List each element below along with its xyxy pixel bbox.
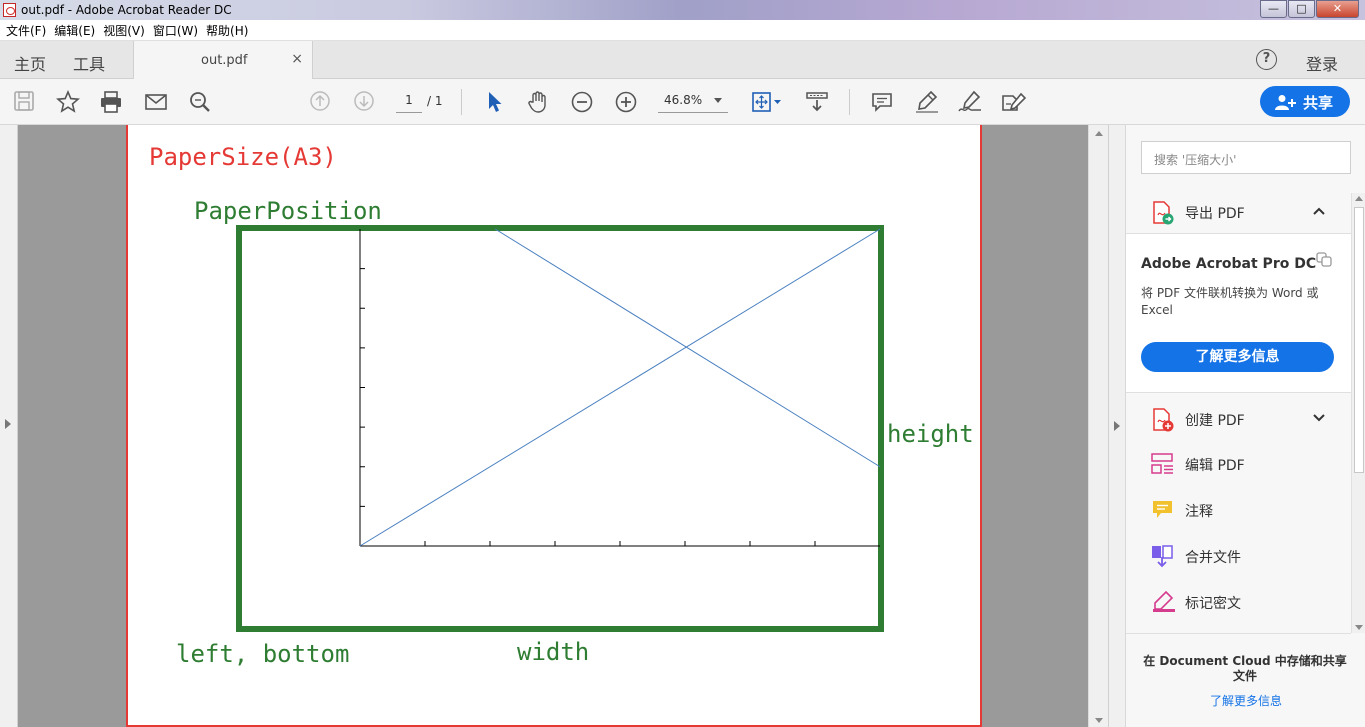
redact-item[interactable]: 标记密文 [1126,582,1351,622]
edit-pdf-label: 编辑 PDF [1185,458,1245,474]
save-icon[interactable] [13,90,35,114]
copy-icon[interactable] [1316,252,1334,268]
share-button[interactable]: 共享 [1260,86,1350,117]
combine-files-label: 合并文件 [1185,550,1241,566]
tab-tools[interactable]: 工具 [73,51,105,75]
tools-pane-scrollbar[interactable] [1351,193,1365,633]
scroll-down-icon[interactable] [1095,718,1103,723]
print-icon[interactable] [99,90,123,114]
fit-page-icon[interactable] [750,90,786,114]
pdf-figure [236,225,884,632]
right-panel-toggle[interactable] [1108,125,1125,727]
plot-line-1 [359,228,881,547]
fill-sign-icon[interactable] [1000,90,1028,114]
toolbar-divider [461,89,462,115]
maximize-button[interactable]: □ [1288,0,1315,18]
comment-item[interactable]: 注释 [1126,490,1351,530]
share-label: 共享 [1303,94,1334,112]
width-label: width [517,638,590,666]
menu-window[interactable]: 窗口(W) [153,22,198,39]
sign-icon[interactable] [957,90,983,114]
menu-bar: 文件(F) 编辑(E) 视图(V) 窗口(W) 帮助(H) [0,20,1365,41]
mail-icon[interactable] [144,90,168,114]
close-tab-icon[interactable]: × [291,51,303,67]
add-user-icon [1275,95,1296,110]
create-pdf-label: 创建 PDF [1185,413,1245,429]
scroll-up-icon[interactable] [1095,131,1103,136]
height-label: height [887,420,974,448]
zoom-out-icon[interactable] [570,90,594,114]
toolbar-divider [849,89,850,115]
comment-tool-icon [1153,501,1172,518]
tab-bar: 主页 工具 out.pdf × ? 登录 [0,41,1365,79]
close-window-button[interactable]: ✕ [1316,0,1359,18]
paper-position-frame [236,225,884,632]
zoom-level-select[interactable]: 46.8% [658,93,728,113]
page-total: / 1 [427,94,443,108]
tools-pane: 搜索 '压缩大小' 导出 PDF Adobe Acrobat Pro DC 将 … [1125,125,1365,727]
document-scrollbar[interactable] [1088,125,1108,727]
menu-file[interactable]: 文件(F) [6,22,46,39]
export-pdf-label: 导出 PDF [1185,206,1245,222]
tools-search-input[interactable]: 搜索 '压缩大小' [1141,141,1351,174]
combine-files-icon [1152,545,1173,568]
window-title: out.pdf - Adobe Acrobat Reader DC [21,3,232,17]
promo-title: Adobe Acrobat Pro DC [1141,256,1317,272]
acrobat-pro-promo: Adobe Acrobat Pro DC 将 PDF 文件联机转换为 Word … [1126,233,1351,393]
create-pdf-item[interactable]: 创建 PDF [1126,399,1351,439]
cloud-learn-more-link[interactable]: 了解更多信息 [1126,692,1365,709]
chevron-up-icon[interactable] [1312,204,1326,218]
search-zoom-icon[interactable] [188,90,212,114]
zoom-in-icon[interactable] [614,90,638,114]
highlight-icon[interactable] [914,90,940,114]
export-pdf-header[interactable]: 导出 PDF [1126,194,1351,232]
document-tab-label: out.pdf [201,53,248,68]
document-viewer[interactable]: PaperSize(A3) PaperPosition height left,… [0,125,1108,727]
tab-document[interactable]: out.pdf × [133,41,313,79]
minimize-button[interactable]: — [1260,0,1287,18]
scroll-down-icon[interactable] [1355,625,1363,630]
comment-label: 注释 [1185,504,1213,520]
title-bar: out.pdf - Adobe Acrobat Reader DC — □ ✕ [0,0,1365,20]
collapse-right-icon [1114,421,1120,431]
scroll-mode-icon[interactable] [805,90,829,114]
promo-description: 将 PDF 文件联机转换为 Word 或 Excel [1141,286,1319,317]
toolbar: 1 / 1 46.8% 共享 [0,79,1365,125]
combine-files-item[interactable]: 合并文件 [1126,536,1351,576]
page-number-input[interactable]: 1 [396,93,422,113]
help-icon[interactable]: ? [1256,49,1277,70]
edit-pdf-item[interactable]: 编辑 PDF [1126,444,1351,484]
select-cursor-icon[interactable] [484,90,506,114]
scroll-thumb[interactable] [1354,207,1364,473]
expand-left-icon [5,419,11,429]
acrobat-app-icon [3,3,16,17]
cloud-description: 在 Document Cloud 中存储和共享文件 [1143,654,1347,683]
tab-home[interactable]: 主页 [14,51,46,75]
learn-more-button[interactable]: 了解更多信息 [1141,342,1334,372]
page-down-icon[interactable] [353,90,375,114]
menu-view[interactable]: 视图(V) [103,22,145,39]
pdf-page: PaperSize(A3) PaperPosition height left,… [126,125,982,727]
left-panel-toggle[interactable] [0,125,18,727]
login-button[interactable]: 登录 [1306,51,1338,75]
hand-icon[interactable] [526,90,550,114]
scroll-up-icon[interactable] [1355,196,1363,201]
export-pdf-icon [1153,201,1174,225]
left-bottom-label: left, bottom [176,640,350,668]
plot-axes [359,228,881,547]
redact-icon [1153,590,1175,612]
menu-help[interactable]: 帮助(H) [206,22,248,39]
menu-edit[interactable]: 编辑(E) [54,22,95,39]
document-cloud-section: 在 Document Cloud 中存储和共享文件 了解更多信息 [1126,633,1351,727]
page-up-icon[interactable] [309,90,331,114]
redact-label: 标记密文 [1185,596,1241,612]
edit-pdf-icon [1151,453,1173,474]
chevron-down-icon[interactable] [1312,411,1326,425]
comment-icon[interactable] [870,90,894,114]
window-controls: — □ ✕ [1259,0,1359,18]
create-pdf-icon [1153,408,1174,432]
star-icon[interactable] [56,90,80,114]
zoom-level-value: 46.8% [664,93,703,107]
chevron-down-icon [714,98,722,103]
